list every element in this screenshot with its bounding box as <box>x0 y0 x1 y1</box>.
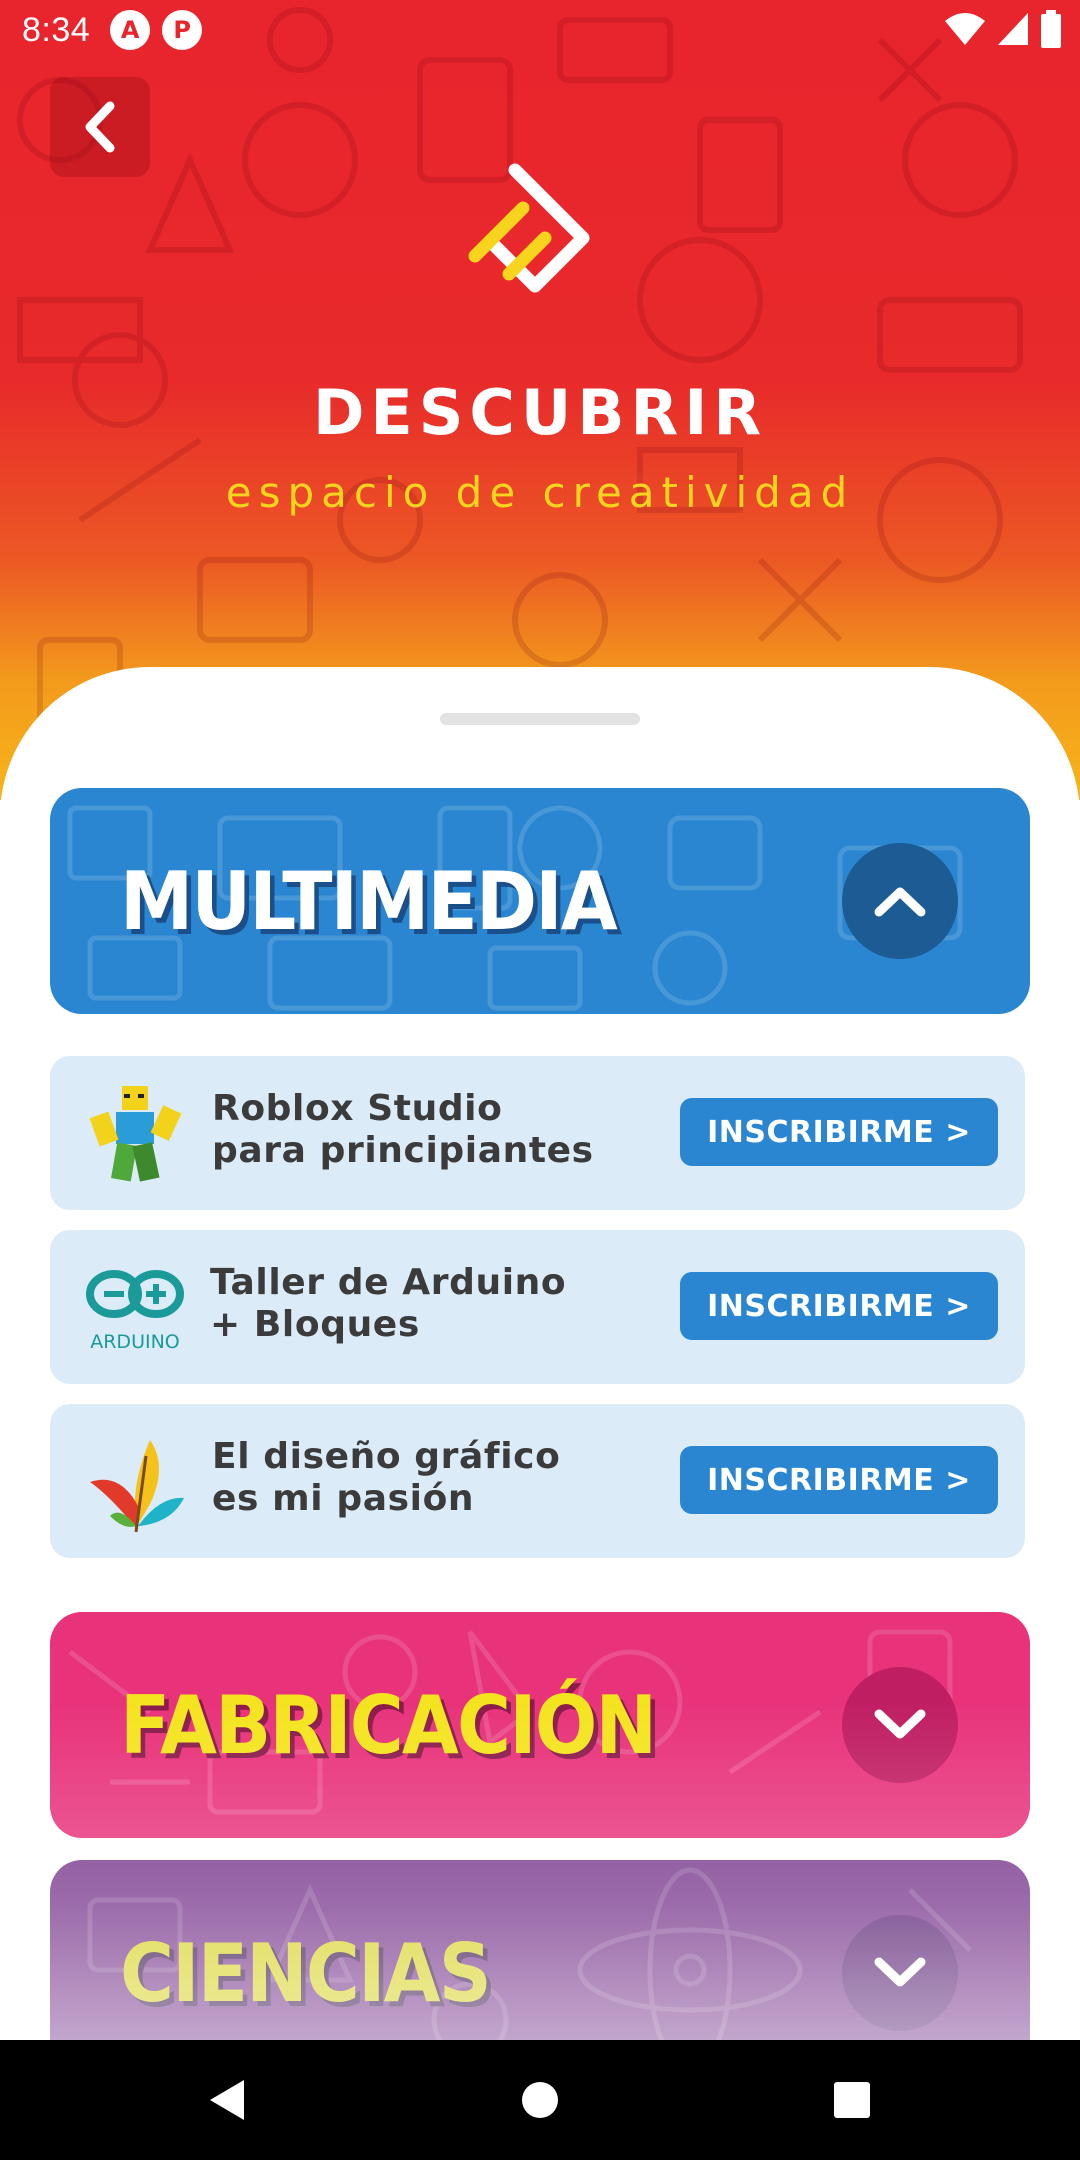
enroll-button[interactable]: INSCRIBIRME > <box>680 1272 998 1340</box>
chevron-left-icon <box>85 101 115 153</box>
category-toggle-button[interactable] <box>842 1915 958 2031</box>
nav-back-button[interactable] <box>196 2070 256 2130</box>
course-title-line2: + Bloques <box>210 1304 420 1345</box>
category-multimedia[interactable]: MULTIMEDIA <box>50 788 1030 1014</box>
category-toggle-button[interactable] <box>842 843 958 959</box>
nav-home-button[interactable] <box>510 2070 570 2130</box>
chevron-down-icon <box>874 1957 926 1987</box>
course-title-line2: es mi pasión <box>212 1478 475 1519</box>
battery-icon <box>1041 10 1061 48</box>
enroll-button[interactable]: INSCRIBIRME > <box>680 1098 998 1166</box>
back-button[interactable] <box>50 77 150 177</box>
status-time: 8:34 <box>22 10 91 49</box>
app-p-icon: P <box>162 10 203 50</box>
brand-subtitle: espacio de creatividad <box>225 468 855 517</box>
brand-title: DESCUBRIR <box>312 376 768 449</box>
course-title-line2: para principiantes <box>212 1130 594 1171</box>
nav-home-icon <box>522 2082 558 2118</box>
course-card: ARDUINO Taller de Arduino + Bloques INSC… <box>50 1230 1025 1384</box>
nav-back-icon <box>210 2080 244 2120</box>
course-title-line1: Taller de Arduino <box>210 1262 567 1303</box>
course-card: Roblox Studio para principiantes INSCRIB… <box>50 1056 1025 1210</box>
enroll-button[interactable]: INSCRIBIRME > <box>680 1446 998 1514</box>
category-fabricacion[interactable]: FABRICACIÓN <box>50 1612 1030 1838</box>
cellular-signal-icon <box>998 13 1028 45</box>
category-toggle-button[interactable] <box>842 1667 958 1783</box>
roblox-figure-icon <box>89 1086 182 1182</box>
chevron-down-icon <box>874 1709 926 1739</box>
wifi-icon <box>945 13 985 45</box>
arduino-logo-text: ARDUINO <box>90 1331 180 1353</box>
category-title: FABRICACIÓN <box>120 1678 657 1772</box>
course-title: El diseño gráfico es mi pasión <box>212 1436 652 1520</box>
system-nav-bar <box>0 2040 1080 2160</box>
course-title-line1: Roblox Studio <box>212 1088 503 1129</box>
descubrir-logo-icon <box>468 163 590 293</box>
course-title: Taller de Arduino + Bloques <box>210 1262 650 1346</box>
chevron-up-icon <box>874 887 926 917</box>
course-title-line1: El diseño gráfico <box>212 1436 561 1477</box>
app-a-icon: A <box>110 10 151 50</box>
arduino-logo-icon: ARDUINO <box>86 1270 184 1353</box>
nav-recents-icon <box>834 2082 870 2118</box>
course-card: El diseño gráfico es mi pasión INSCRIBIR… <box>50 1404 1025 1558</box>
nav-recents-button[interactable] <box>822 2070 882 2130</box>
course-title: Roblox Studio para principiantes <box>212 1088 652 1172</box>
drag-handle[interactable] <box>440 713 640 725</box>
category-title: MULTIMEDIA <box>120 854 618 948</box>
status-bar: 8:34 A P <box>0 0 1080 60</box>
feather-icon <box>90 1440 184 1533</box>
status-icons <box>944 10 1062 48</box>
